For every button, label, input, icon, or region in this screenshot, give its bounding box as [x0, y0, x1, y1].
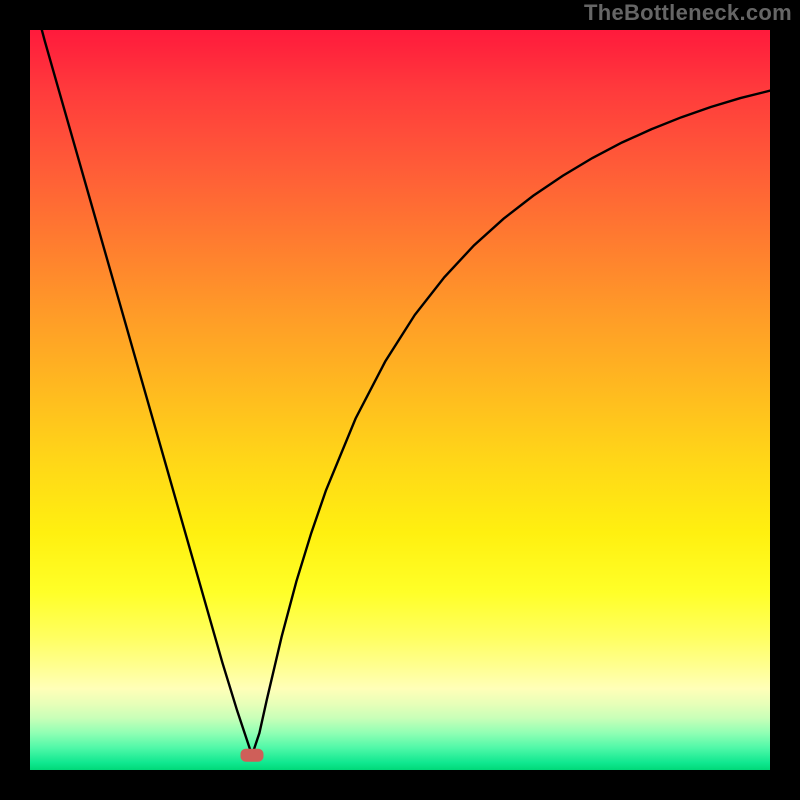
bottleneck-curve [30, 30, 770, 755]
plot-area [30, 30, 770, 770]
minimum-marker [241, 749, 263, 761]
chart-frame: TheBottleneck.com [0, 0, 800, 800]
bottleneck-curve-svg [30, 30, 770, 770]
watermark-text: TheBottleneck.com [584, 0, 792, 26]
